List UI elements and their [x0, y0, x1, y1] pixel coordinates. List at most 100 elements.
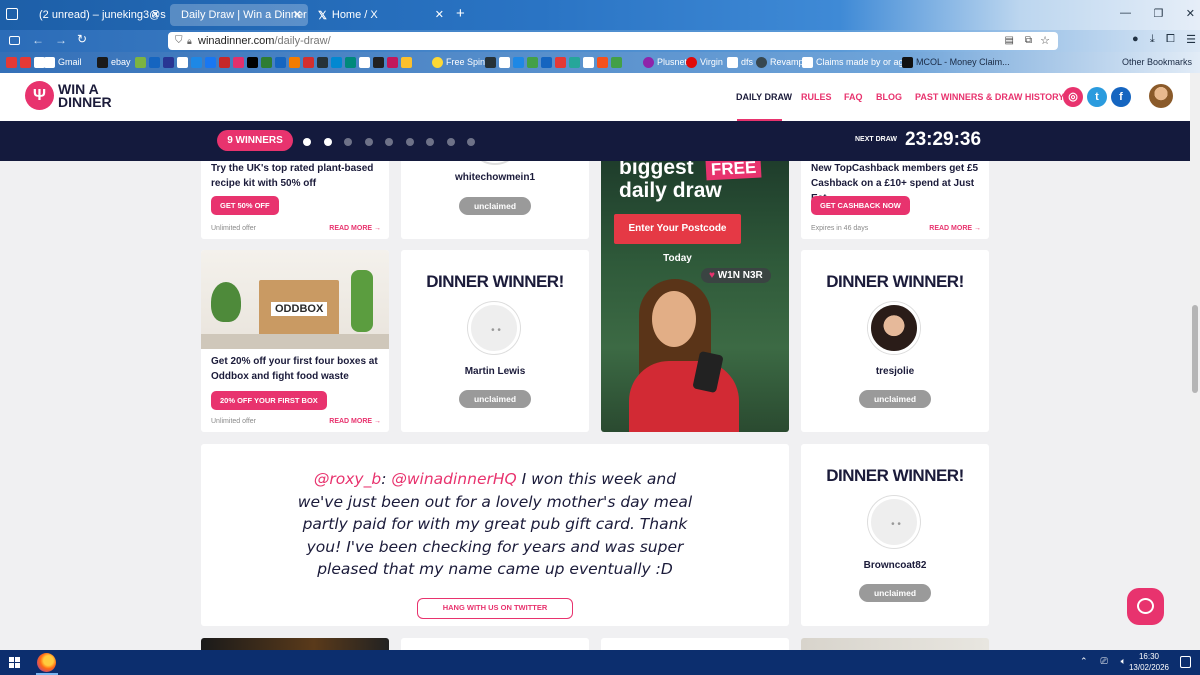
bookmark-favicon-icon[interactable] — [555, 57, 566, 69]
bookmark-favicon-icon[interactable] — [611, 57, 622, 69]
bookmark-favicon-icon[interactable] — [401, 57, 412, 69]
bookmark-mcol[interactable]: MCOL - Money Claim... — [902, 56, 1010, 69]
clock-date[interactable]: 13/02/2026 — [1124, 663, 1174, 672]
bookmark-favicon-icon[interactable] — [135, 57, 146, 69]
extensions-icon[interactable]: ⧠ — [1166, 33, 1175, 46]
scrollbar[interactable] — [1190, 73, 1200, 650]
clock-time[interactable]: 16:30 — [1130, 652, 1168, 661]
downloads-icon[interactable]: ⤓ — [1150, 33, 1155, 46]
forward-icon[interactable]: → — [55, 33, 67, 47]
bookmark-plusnet[interactable]: Plusnet — [643, 56, 687, 69]
close-icon[interactable]: ✕ — [435, 8, 444, 21]
bookmark-favicon-icon[interactable] — [527, 57, 538, 69]
notifications-icon[interactable] — [1180, 656, 1191, 668]
bookmark-favicon-icon[interactable] — [163, 57, 174, 69]
bookmark-favicon-icon[interactable] — [219, 57, 230, 69]
user-avatar[interactable] — [1149, 84, 1173, 108]
read-more-link[interactable]: READ MORE → — [329, 418, 381, 425]
bookmark-favicon-icon[interactable] — [317, 57, 328, 69]
carousel-dot[interactable] — [426, 138, 434, 146]
read-more-link[interactable]: READ MORE → — [329, 225, 381, 232]
bookmark-favicon-icon[interactable] — [513, 57, 524, 69]
bookmark-favicon-icon[interactable] — [247, 57, 258, 69]
restore-icon[interactable]: ❐ — [1153, 7, 1163, 20]
carousel-dot[interactable] — [303, 138, 311, 146]
bookmark-favicon-icon[interactable] — [261, 57, 272, 69]
bookmark-favicon-icon[interactable] — [289, 57, 300, 69]
firefox-icon[interactable] — [37, 653, 56, 672]
bookmark-revamp[interactable]: Revamp — [756, 56, 804, 69]
network-icon[interactable]: ⎚ — [1100, 656, 1107, 667]
carousel-dot[interactable] — [385, 138, 393, 146]
get-50-off-button[interactable]: GET 50% OFF — [211, 196, 279, 215]
window-close-icon[interactable]: ✕ — [1186, 7, 1195, 20]
enter-postcode-button[interactable]: Enter Your Postcode Today — [614, 214, 741, 264]
bookmark-favicon-icon[interactable] — [331, 57, 342, 69]
close-icon[interactable]: ✕ — [151, 8, 160, 21]
windows-start-icon[interactable] — [9, 657, 20, 668]
carousel-dot[interactable] — [405, 138, 414, 146]
bookmark-star-icon[interactable]: ☆ — [1040, 32, 1050, 50]
chat-button[interactable] — [1127, 588, 1164, 625]
bookmark-favicon-icon[interactable] — [499, 57, 510, 69]
bookmark-favicon-icon[interactable] — [233, 57, 244, 69]
winners-count-badge[interactable]: 9 WINNERS — [217, 130, 293, 151]
carousel-dot[interactable] — [344, 138, 352, 146]
bookmark-favicon-icon[interactable] — [541, 57, 552, 69]
bookmark-favicon-icon[interactable] — [583, 57, 594, 69]
bookmark-favicon-icon[interactable] — [177, 57, 188, 69]
tab-x-home[interactable]: 𝕏 Home / X ✕ — [312, 4, 450, 26]
menu-icon[interactable]: ☰ — [1186, 33, 1196, 46]
bookmark-favicon-icon[interactable] — [345, 57, 356, 69]
twitter-handle-link[interactable]: @winadinnerHQ — [391, 470, 516, 488]
carousel-dot[interactable] — [446, 138, 455, 146]
instagram-icon[interactable]: ◎ — [1063, 87, 1083, 107]
reload-icon[interactable]: ↻ — [77, 32, 87, 46]
screenshot-icon[interactable]: ⧉ — [1025, 32, 1032, 50]
bookmark-favicon-icon[interactable] — [569, 57, 580, 69]
nav-past-winners[interactable]: PAST WINNERS & DRAW HISTORY — [915, 92, 1064, 102]
bookmark-favicon-icon[interactable] — [275, 57, 286, 69]
get-cashback-button[interactable]: GET CASHBACK NOW — [811, 196, 910, 215]
20-off-button[interactable]: 20% OFF YOUR FIRST BOX — [211, 391, 327, 410]
bookmark-ebay[interactable]: ebay — [97, 56, 131, 69]
chevron-up-icon[interactable]: ⌃ — [1080, 656, 1088, 667]
bookmark-free-spin[interactable]: Free Spin — [432, 56, 485, 69]
twitter-icon[interactable]: t — [1087, 87, 1107, 107]
promo-banner[interactable]: biggest FREE daily draw Enter Your Postc… — [601, 161, 789, 432]
bookmark-favicon-icon[interactable] — [387, 57, 398, 69]
sidebar-toggle-icon[interactable] — [9, 36, 20, 45]
carousel-dot[interactable] — [323, 138, 332, 146]
bookmark-favicon-icon[interactable] — [597, 57, 608, 69]
bookmark-favicon-icon[interactable] — [359, 57, 370, 69]
bookmark-dfs[interactable]: dfs — [727, 56, 753, 69]
reader-view-icon[interactable]: ▤ — [1005, 32, 1014, 50]
bookmark-gmail[interactable]: Gmail — [44, 56, 82, 69]
bookmark-other[interactable]: Other Bookmarks — [1122, 56, 1192, 69]
nav-daily-draw[interactable]: DAILY DRAW — [736, 92, 792, 102]
nav-faq[interactable]: FAQ — [844, 92, 863, 102]
new-tab-button[interactable]: + — [456, 5, 465, 22]
bookmark-favicon-icon[interactable] — [191, 57, 202, 69]
nav-blog[interactable]: BLOG — [876, 92, 902, 102]
scrollbar-thumb[interactable] — [1192, 305, 1198, 393]
tab-win-a-dinner[interactable]: Daily Draw | Win a Dinner ✕ — [170, 4, 308, 26]
bookmark-virgin[interactable]: Virgin — [686, 56, 723, 69]
carousel-dot[interactable] — [467, 138, 475, 146]
bookmark-favicon-icon[interactable] — [485, 57, 496, 69]
facebook-icon[interactable]: f — [1111, 87, 1131, 107]
bookmark-favicon-icon[interactable] — [373, 57, 384, 69]
bookmark-favicon-icon[interactable] — [6, 57, 17, 69]
nav-rules[interactable]: RULES — [801, 92, 832, 102]
hang-with-us-twitter-button[interactable]: HANG WITH US ON TWITTER — [417, 598, 573, 619]
account-icon[interactable]: ● — [1132, 33, 1139, 46]
twitter-handle-link[interactable]: @roxy_b — [314, 470, 381, 488]
tab-overview-icon[interactable] — [6, 8, 18, 20]
close-icon[interactable]: ✕ — [293, 8, 302, 21]
minimize-icon[interactable]: — — [1120, 7, 1131, 20]
bookmark-favicon-icon[interactable] — [20, 57, 31, 69]
carousel-dot[interactable] — [364, 138, 373, 146]
tab-email[interactable]: (2 unread) – juneking3@sky.co ✕ — [28, 4, 166, 26]
bookmark-claims[interactable]: Claims made by or ag... — [802, 56, 911, 69]
address-bar[interactable]: ⛉ 🔒︎ winadinner.com/daily-draw/ ▤ ⧉ ☆ — [168, 32, 1058, 50]
